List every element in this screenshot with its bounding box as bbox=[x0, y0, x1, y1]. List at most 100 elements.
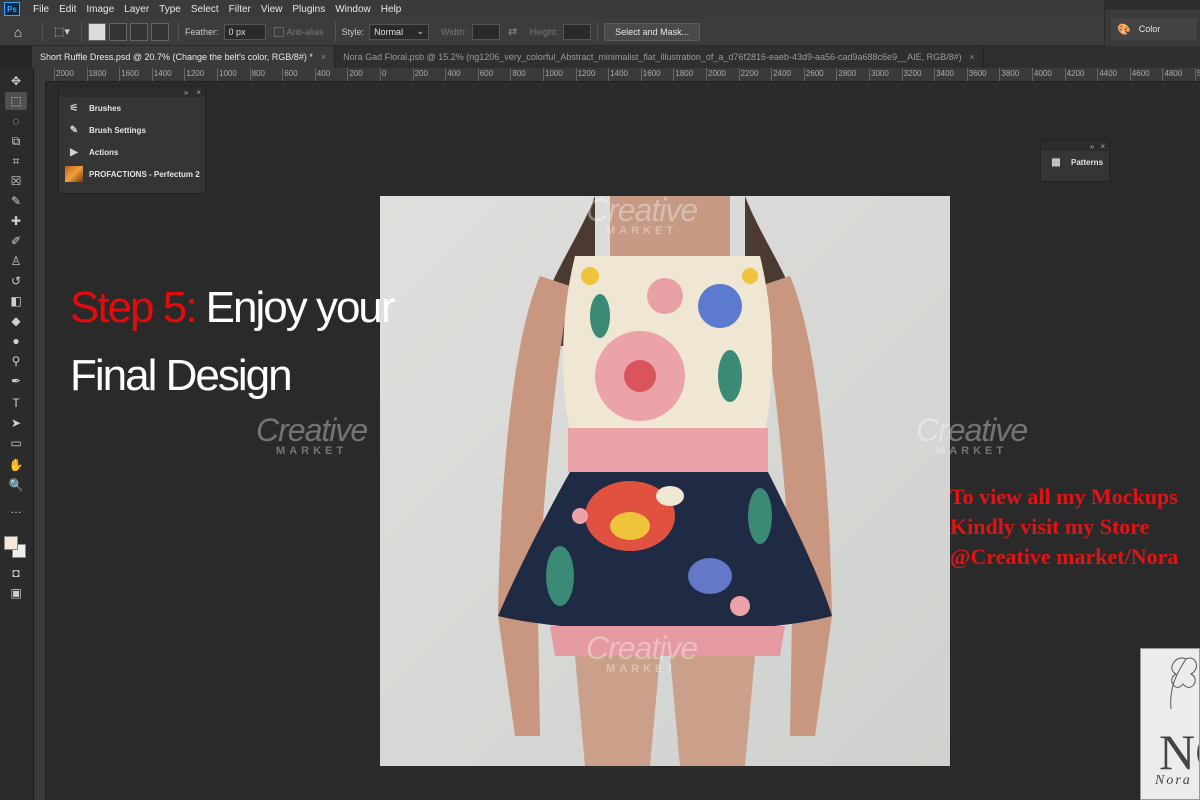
menu-filter[interactable]: Filter bbox=[224, 4, 256, 15]
hand-tool-icon[interactable]: ✋ bbox=[5, 456, 27, 474]
intersect-selection-mode-button[interactable] bbox=[151, 22, 169, 41]
menu-image[interactable]: Image bbox=[81, 4, 119, 15]
clone-stamp-tool-icon[interactable]: ♙ bbox=[5, 252, 27, 270]
height-input[interactable] bbox=[563, 23, 592, 40]
menu-plugins[interactable]: Plugins bbox=[287, 4, 330, 15]
ruler-tick-label: 0 bbox=[382, 69, 387, 78]
panel-item-profactions[interactable]: PROFACTIONS - Perfectum 2 bbox=[59, 163, 205, 185]
ruler-tick bbox=[282, 68, 284, 81]
menu-window[interactable]: Window bbox=[330, 4, 376, 15]
dress-mockup-image bbox=[380, 196, 950, 766]
type-tool-icon[interactable]: T bbox=[5, 394, 27, 412]
crop-tool-icon[interactable]: ⌗ bbox=[5, 152, 27, 170]
panel-item-label: Brush Settings bbox=[89, 125, 146, 135]
menu-edit[interactable]: Edit bbox=[54, 4, 81, 15]
brushes-icon: ⚟ bbox=[69, 102, 79, 114]
step-line-2: Final Design bbox=[70, 351, 293, 400]
brush-tool-icon[interactable]: ✐ bbox=[5, 232, 27, 250]
add-selection-mode-button[interactable] bbox=[109, 22, 127, 41]
ruler-tick bbox=[640, 68, 642, 81]
style-select[interactable]: Normal ⌄ bbox=[369, 23, 430, 40]
dodge-tool-icon[interactable]: ⚲ bbox=[5, 352, 27, 370]
menu-select[interactable]: Select bbox=[186, 4, 224, 15]
ruler-tick-label: 1600 bbox=[121, 69, 139, 78]
ruler-tick bbox=[54, 68, 55, 81]
marquee-preset-icon[interactable]: ⬚▾ bbox=[49, 22, 75, 42]
paint-bucket-tool-icon[interactable]: ◆ bbox=[5, 312, 27, 330]
ruler-tick-label: 2000 bbox=[708, 69, 726, 78]
menu-file[interactable]: File bbox=[28, 4, 54, 15]
new-selection-mode-button[interactable] bbox=[88, 22, 106, 41]
antialias-checkbox[interactable] bbox=[273, 26, 284, 37]
path-selection-tool-icon[interactable]: ➤ bbox=[5, 414, 27, 432]
collapse-panel-icon[interactable]: » bbox=[184, 88, 188, 97]
frame-tool-icon[interactable]: ☒ bbox=[5, 172, 27, 190]
close-icon[interactable]: × bbox=[321, 52, 326, 62]
step-heading: Step 5: Enjoy your Final Design bbox=[70, 274, 396, 410]
antialias-label: Anti-alias bbox=[286, 26, 324, 37]
ruler-tick bbox=[1129, 68, 1131, 81]
swap-dimensions-icon[interactable]: ⇄ bbox=[500, 22, 526, 42]
pen-tool-icon[interactable]: ✒ bbox=[5, 372, 27, 390]
close-icon[interactable]: × bbox=[1100, 142, 1105, 151]
menu-view[interactable]: View bbox=[256, 4, 288, 15]
zoom-tool-icon[interactable]: 🔍 bbox=[5, 476, 27, 494]
ruler-corner bbox=[34, 68, 46, 82]
home-icon[interactable]: ⌂ bbox=[0, 18, 36, 46]
collapse-panel-icon[interactable]: » bbox=[1090, 142, 1094, 151]
panel-header: » × bbox=[1041, 141, 1109, 151]
ruler-tick-label: 1400 bbox=[153, 69, 172, 78]
panel-item-actions[interactable]: ▶ Actions bbox=[59, 141, 205, 163]
eraser-tool-icon[interactable]: ◧ bbox=[5, 292, 27, 310]
ruler-tick-label: 600 bbox=[479, 69, 494, 78]
play-icon: ▶ bbox=[70, 146, 78, 158]
screen-mode-icon[interactable]: ▣ bbox=[5, 584, 27, 602]
blur-tool-icon[interactable]: ● bbox=[5, 332, 27, 350]
tab-nora-gad-floral[interactable]: Nora Gad Floral.psb @ 15.2% (ng1206_very… bbox=[335, 46, 984, 68]
ruler-tick-label: 3600 bbox=[968, 69, 987, 78]
width-input[interactable] bbox=[471, 23, 500, 40]
ruler-tick bbox=[1064, 68, 1066, 81]
quick-mask-icon[interactable]: ◘ bbox=[5, 564, 27, 582]
ruler-tick bbox=[999, 68, 1001, 81]
history-brush-tool-icon[interactable]: ↺ bbox=[5, 272, 27, 290]
ruler-tick bbox=[314, 68, 316, 81]
close-icon[interactable]: × bbox=[196, 88, 201, 97]
healing-brush-tool-icon[interactable]: ✚ bbox=[5, 212, 27, 230]
eyedropper-tool-icon[interactable]: ✎ bbox=[5, 192, 27, 210]
promo-line: Kindly visit my Store bbox=[950, 514, 1150, 539]
menu-help[interactable]: Help bbox=[376, 4, 407, 15]
object-selection-tool-icon[interactable]: ⧉ bbox=[5, 132, 27, 150]
foreground-color-swatch[interactable] bbox=[4, 536, 18, 550]
lasso-tool-icon[interactable]: ◌ bbox=[5, 112, 27, 130]
ruler-tick bbox=[738, 68, 740, 81]
close-icon[interactable]: × bbox=[970, 52, 975, 62]
rectangular-marquee-tool-icon[interactable]: ⬚ bbox=[5, 92, 27, 110]
ruler-tick-label: 4800 bbox=[1164, 69, 1183, 78]
more-tools-icon[interactable]: … bbox=[5, 500, 27, 518]
panel-item-label: PROFACTIONS - Perfectum 2 bbox=[89, 169, 200, 179]
ruler-tick-label: 2600 bbox=[805, 69, 824, 78]
feather-input[interactable] bbox=[223, 23, 266, 40]
panel-item-brush-settings[interactable]: ✎ Brush Settings bbox=[59, 119, 205, 141]
rectangle-tool-icon[interactable]: ▭ bbox=[5, 434, 27, 452]
subtract-selection-mode-button[interactable] bbox=[130, 22, 148, 41]
panel-item-patterns[interactable]: ▦ Patterns bbox=[1041, 151, 1109, 173]
panel-item-brushes[interactable]: ⚟ Brushes bbox=[59, 97, 205, 119]
ruler-tick-label: 3200 bbox=[903, 69, 922, 78]
tab-short-ruffle-dress[interactable]: Short Ruffle Dress.psd @ 20.7% (Change t… bbox=[32, 46, 336, 68]
options-divider bbox=[597, 21, 599, 42]
photoshop-logo-icon[interactable]: Ps bbox=[4, 2, 20, 16]
ruler-tick-label: 1600 bbox=[642, 69, 661, 78]
document-canvas[interactable] bbox=[380, 196, 950, 766]
move-tool-icon[interactable]: ✥ bbox=[5, 72, 27, 90]
ruler-tick-label: 200 bbox=[349, 69, 363, 78]
panel-item-label: Patterns bbox=[1071, 157, 1104, 167]
menu-layer[interactable]: Layer bbox=[119, 4, 154, 15]
menu-type[interactable]: Type bbox=[154, 4, 186, 15]
select-and-mask-button[interactable]: Select and Mask... bbox=[604, 22, 701, 41]
style-select-value: Normal bbox=[374, 26, 404, 37]
ruler-tick bbox=[706, 68, 707, 81]
color-panel-button[interactable]: 🎨 Color bbox=[1111, 18, 1197, 40]
canvas-area[interactable]: » × ⚟ Brushes ✎ Brush Settings ▶ Actions… bbox=[46, 82, 1200, 800]
